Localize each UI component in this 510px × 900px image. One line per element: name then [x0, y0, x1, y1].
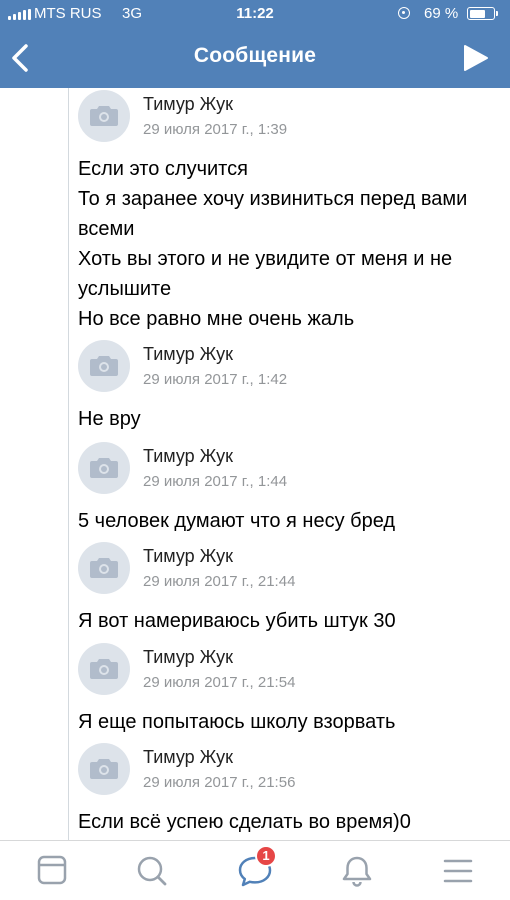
navigation-bar: Сообщение [0, 28, 510, 88]
message-feed[interactable]: Тимур Жук 29 июля 2017 г., 1:39 Если это… [0, 88, 510, 840]
top-bar: MTS RUS 3G 11:22 69 % Сообщение [0, 0, 510, 88]
camera-icon [90, 356, 118, 376]
message-text: Не вру [78, 408, 141, 430]
avatar[interactable] [78, 340, 130, 392]
message-author[interactable]: Тимур Жук [143, 546, 233, 567]
news-feed-icon [37, 855, 67, 885]
camera-icon [90, 558, 118, 578]
screen: MTS RUS 3G 11:22 69 % Сообщение Тимур Жу… [0, 0, 510, 900]
avatar[interactable] [78, 542, 130, 594]
message-author[interactable]: Тимур Жук [143, 94, 233, 115]
avatar[interactable] [78, 643, 130, 695]
message-text: Я еще попытаюсь школу взорвать [78, 711, 396, 733]
message-author[interactable]: Тимур Жук [143, 647, 233, 668]
menu-icon [443, 859, 473, 883]
message-date: 29 июля 2017 г., 21:44 [143, 573, 296, 590]
battery-icon [467, 7, 498, 20]
tab-search[interactable] [132, 853, 172, 889]
message-author[interactable]: Тимур Жук [143, 747, 233, 768]
page-title: Сообщение [193, 44, 317, 67]
tab-menu[interactable] [438, 853, 478, 889]
bottom-tab-bar: 1 [0, 840, 510, 900]
avatar[interactable] [78, 442, 130, 494]
camera-icon [90, 659, 118, 679]
message-author[interactable]: Тимур Жук [143, 344, 233, 365]
tab-news[interactable] [32, 853, 72, 889]
bell-icon [342, 856, 372, 887]
forward-button[interactable] [460, 44, 490, 72]
message-date: 29 июля 2017 г., 21:54 [143, 674, 296, 691]
message-date: 29 июля 2017 г., 1:42 [143, 371, 288, 388]
unread-badge: 1 [255, 845, 277, 867]
camera-icon [90, 759, 118, 779]
message-text: Если это случится То я заранее хочу изви… [78, 158, 468, 330]
thread-line [68, 88, 69, 840]
message-date: 29 июля 2017 г., 21:56 [143, 774, 296, 791]
tab-messages[interactable]: 1 [235, 845, 277, 889]
avatar[interactable] [78, 743, 130, 795]
camera-icon [90, 458, 118, 478]
message-date: 29 июля 2017 г., 1:39 [143, 121, 288, 138]
search-icon [137, 856, 167, 886]
battery-percent: 69 % [424, 5, 459, 22]
message-text: Я вот намериваюсь убить штук 30 [78, 610, 396, 632]
tab-notifications[interactable] [337, 853, 377, 889]
status-bar: MTS RUS 3G 11:22 69 % [0, 0, 510, 28]
message-text: 5 человек думают что я несу бред [78, 510, 396, 532]
battery-level-fill [469, 9, 485, 18]
message-date: 29 июля 2017 г., 1:44 [143, 473, 288, 490]
orientation-lock-icon [398, 7, 410, 19]
message-author[interactable]: Тимур Жук [143, 446, 233, 467]
avatar[interactable] [78, 90, 130, 142]
camera-icon [90, 106, 118, 126]
message-text: Если всё успею сделать во время)0 [78, 811, 411, 833]
play-send-icon [464, 45, 488, 71]
